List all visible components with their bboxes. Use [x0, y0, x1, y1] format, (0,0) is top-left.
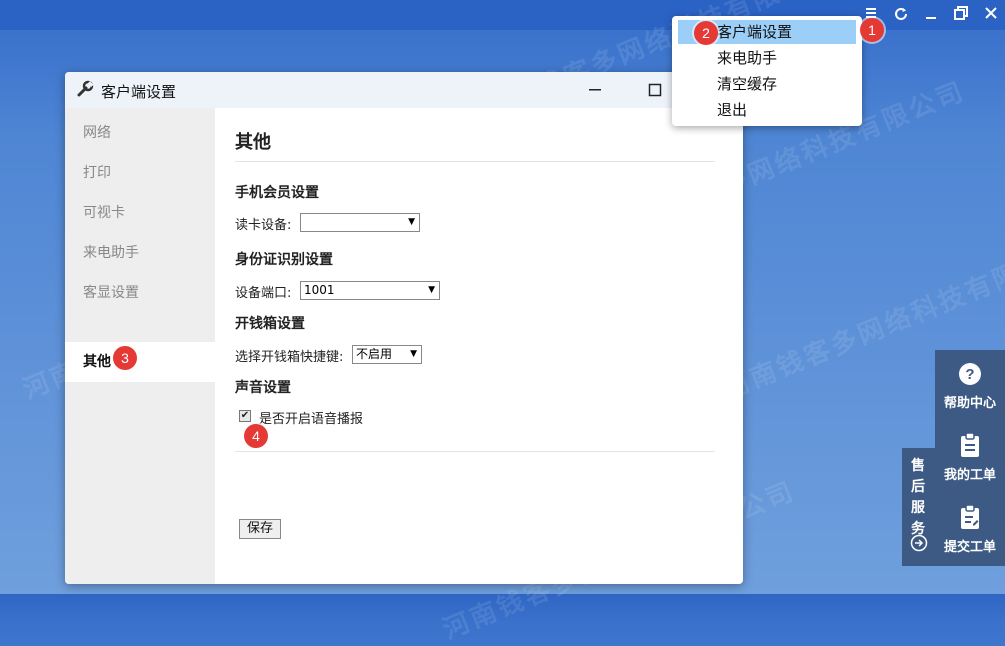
cashbox-section-title: 开钱箱设置	[235, 316, 305, 332]
page-title: 其他	[235, 132, 271, 153]
port-select[interactable]: 1001 ▼	[300, 281, 440, 300]
sidebar-item-network[interactable]: 网络	[65, 113, 215, 153]
sidebar-item-print[interactable]: 打印	[65, 153, 215, 193]
settings-dialog: 客户端设置 网络 打印 可视卡 来电助手 客显设置 其他 其他 手机会员设置 读…	[65, 72, 743, 584]
settings-content: 其他 手机会员设置 读卡设备: ▼ 身份证识别设置 设备端口: 1001 ▼ 开…	[215, 108, 743, 584]
card-reader-label: 读卡设备:	[235, 218, 292, 233]
arrow-right-circle-icon[interactable]	[910, 534, 928, 552]
chevron-down-icon: ▼	[410, 349, 417, 359]
minimize-icon[interactable]	[922, 6, 940, 24]
menu-item-exit[interactable]: 退出	[678, 98, 856, 122]
dialog-minimize-icon[interactable]	[588, 83, 602, 97]
settings-sidebar: 网络 打印 可视卡 来电助手 客显设置 其他	[65, 108, 215, 584]
member-section-title: 手机会员设置	[235, 185, 319, 201]
menu-item-clear-cache[interactable]: 清空缓存	[678, 72, 856, 96]
id-section-title: 身份证识别设置	[235, 252, 333, 268]
chevron-down-icon: ▼	[408, 217, 415, 227]
step-badge-4: 4	[244, 424, 268, 448]
step-badge-3: 3	[113, 346, 137, 370]
refresh-icon[interactable]	[892, 6, 910, 24]
cashbox-value: 不启用	[356, 347, 393, 361]
sidebar-item-customer-display[interactable]: 客显设置	[65, 273, 215, 313]
help-center-button[interactable]: ? 帮助中心	[935, 362, 1005, 411]
dialog-title: 客户端设置	[101, 83, 177, 101]
divider	[235, 161, 715, 162]
dialog-maximize-icon[interactable]	[648, 83, 662, 97]
sound-section-title: 声音设置	[235, 380, 291, 396]
my-tickets-button[interactable]: 我的工单	[935, 432, 1005, 483]
step-badge-1: 1	[860, 18, 884, 42]
sidebar-item-other[interactable]: 其他	[65, 342, 215, 382]
clipboard-icon	[961, 432, 979, 457]
dialog-titlebar: 客户端设置	[65, 72, 743, 108]
sidebar-item-visual-card[interactable]: 可视卡	[65, 193, 215, 233]
save-button[interactable]: 保存	[239, 519, 281, 539]
step-badge-2: 2	[694, 21, 718, 45]
voice-checkbox-label: 是否开启语音播报	[259, 412, 364, 427]
menu-item-call-assistant[interactable]: 来电助手	[678, 46, 856, 70]
submit-ticket-label: 提交工单	[943, 540, 996, 555]
service-tab-label: 售 后 服 务	[911, 458, 925, 537]
sidebar-item-call-assistant[interactable]: 来电助手	[65, 233, 215, 273]
restore-icon[interactable]	[952, 6, 970, 24]
my-tickets-label: 我的工单	[943, 468, 996, 483]
help-center-label: 帮助中心	[943, 396, 996, 411]
divider	[235, 451, 715, 452]
chevron-down-icon: ▼	[428, 285, 435, 295]
submit-ticket-button[interactable]: 提交工单	[935, 504, 1005, 555]
voice-checkbox[interactable]: ✔	[239, 410, 251, 422]
close-icon[interactable]	[982, 6, 1000, 24]
edit-clipboard-icon	[961, 504, 979, 529]
wrench-icon	[77, 80, 94, 97]
cashbox-select[interactable]: 不启用 ▼	[352, 345, 422, 364]
port-label: 设备端口:	[235, 286, 292, 301]
svg-text:?: ?	[965, 366, 974, 383]
port-value: 1001	[304, 283, 335, 297]
help-icon: ?	[959, 363, 981, 385]
card-reader-select[interactable]: ▼	[300, 213, 420, 232]
cashbox-label: 选择开钱箱快捷键:	[235, 350, 344, 365]
